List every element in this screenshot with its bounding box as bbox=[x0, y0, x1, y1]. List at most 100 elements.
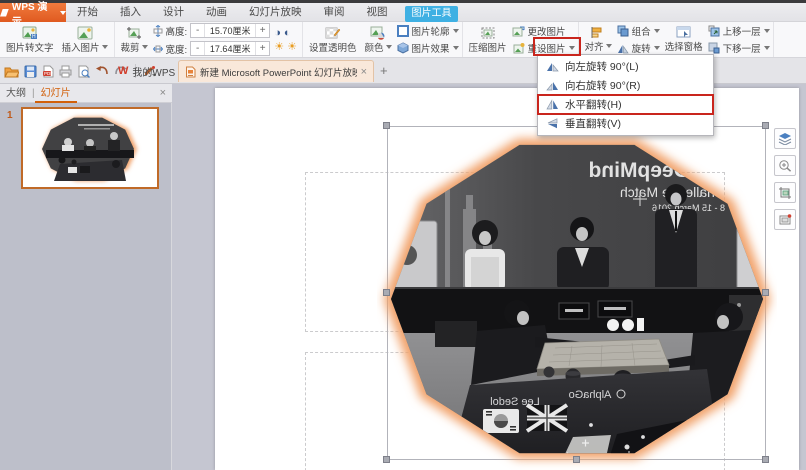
ribbon-group-size: 裁剪 高度: - 15.70厘米 + 宽度: - bbox=[115, 22, 303, 57]
pic-to-text-button[interactable]: H 图片转文字 bbox=[3, 23, 57, 57]
resize-handle-bottom-middle[interactable] bbox=[573, 456, 580, 463]
tab-outline[interactable]: 大纲 bbox=[0, 84, 32, 103]
open-folder-icon[interactable] bbox=[4, 65, 19, 78]
send-backward-button[interactable]: 下移一层 bbox=[708, 41, 770, 55]
svg-text:AlphaGo: AlphaGo bbox=[569, 389, 612, 401]
color-icon bbox=[370, 26, 386, 40]
presentation-file-icon bbox=[185, 66, 196, 78]
rotate-dropdown-menu: 向左旋转 90°(L) 向右旋转 90°(R) 水平翻转(H) 垂直翻转(V) bbox=[537, 54, 714, 136]
rotate-right-90-icon bbox=[546, 80, 559, 91]
rotate-button[interactable]: 旋转 bbox=[617, 41, 660, 55]
resize-handle-middle-left[interactable] bbox=[383, 289, 390, 296]
width-icon bbox=[153, 43, 163, 55]
selection-pane-button[interactable]: 选择窗格 bbox=[662, 23, 706, 57]
tab-animation[interactable]: 动画 bbox=[195, 3, 238, 22]
chevron-down-icon bbox=[453, 46, 459, 50]
chevron-down-icon bbox=[102, 45, 108, 49]
bring-forward-icon bbox=[708, 25, 720, 37]
picture-effects-button[interactable]: 图片效果 bbox=[397, 41, 459, 55]
group-rotate-stack: 组合 旋转 bbox=[617, 24, 660, 55]
align-icon bbox=[591, 26, 605, 39]
svg-text:gle DeepMind: gle DeepMind bbox=[588, 159, 725, 182]
width-increment-button[interactable]: + bbox=[256, 42, 269, 55]
tab-home[interactable]: 开始 bbox=[66, 3, 109, 22]
wps-presentation-window: WPS 演示 开始 插入 设计 动画 幻灯片放映 审阅 视图 特色功能 图片工具… bbox=[0, 0, 806, 470]
layer-stack: 上移一层 下移一层 bbox=[708, 24, 770, 55]
bring-forward-button[interactable]: 上移一层 bbox=[708, 24, 770, 38]
print-icon[interactable] bbox=[59, 65, 72, 78]
width-decrement-button[interactable]: - bbox=[191, 42, 204, 55]
brightness-icons[interactable]: ☀ ☀ bbox=[274, 41, 297, 53]
resize-handle-middle-right[interactable] bbox=[762, 289, 769, 296]
wps-logo-icon bbox=[0, 9, 9, 17]
document-tab[interactable]: 新建 Microsoft PowerPoint 幻灯片放映.pptx * × bbox=[178, 60, 374, 82]
menu-item-flip-horizontal[interactable]: 水平翻转(H) bbox=[538, 95, 713, 114]
reset-picture-button[interactable]: 重设图片 bbox=[512, 41, 575, 55]
zoom-button[interactable] bbox=[774, 155, 796, 176]
korea-flag bbox=[483, 409, 519, 433]
width-label: 宽度: bbox=[166, 42, 188, 56]
layers-button[interactable] bbox=[774, 128, 796, 149]
flip-horizontal-icon bbox=[546, 99, 559, 110]
insert-picture-button[interactable]: 插入图片 bbox=[59, 23, 111, 57]
contrast-icons[interactable]: ◑ ◐ bbox=[274, 27, 297, 39]
tab-review[interactable]: 审阅 bbox=[313, 3, 356, 22]
close-tab-icon[interactable]: × bbox=[361, 66, 367, 78]
save-icon[interactable] bbox=[24, 65, 37, 78]
align-button[interactable]: 对齐 bbox=[582, 23, 615, 57]
tab-picture-tools[interactable]: 图片工具 bbox=[405, 6, 458, 22]
align-label: 对齐 bbox=[585, 39, 604, 53]
canvas-size-button[interactable] bbox=[774, 209, 796, 230]
menu-item-label: 水平翻转(H) bbox=[565, 97, 622, 112]
insert-picture-label: 插入图片 bbox=[62, 40, 100, 54]
tab-view[interactable]: 视图 bbox=[356, 3, 399, 22]
resize-handle-top-right[interactable] bbox=[762, 122, 769, 129]
tab-insert[interactable]: 插入 bbox=[109, 3, 152, 22]
menu-item-rotate-right-90[interactable]: 向右旋转 90°(R) bbox=[538, 76, 713, 95]
selected-picture[interactable]: gle DeepMind Challenge Match 8 - 15 Marc… bbox=[377, 117, 777, 470]
menu-item-flip-vertical[interactable]: 垂直翻转(V) bbox=[538, 114, 713, 133]
document-title: 新建 Microsoft PowerPoint 幻灯片放映.pptx * bbox=[200, 65, 357, 79]
new-tab-button[interactable]: + bbox=[380, 63, 388, 78]
crop-tool-button[interactable] bbox=[774, 182, 796, 203]
flip-vertical-icon bbox=[546, 118, 559, 129]
close-panel-icon[interactable]: × bbox=[160, 87, 166, 99]
set-transparent-button[interactable]: 设置透明色 bbox=[306, 23, 360, 57]
tab-slideshow[interactable]: 幻灯片放映 bbox=[238, 3, 313, 22]
change-picture-label: 更改图片 bbox=[528, 24, 566, 38]
tab-slides[interactable]: 幻灯片 bbox=[35, 84, 77, 103]
resize-handle-top-left[interactable] bbox=[383, 122, 390, 129]
ribbon-group-convert: H 图片转文字 插入图片 bbox=[0, 22, 115, 57]
menu-item-rotate-left-90[interactable]: 向左旋转 90°(L) bbox=[538, 57, 713, 76]
my-wps-tab[interactable]: W 我的WPS bbox=[112, 61, 181, 81]
undo-icon[interactable] bbox=[95, 65, 109, 77]
width-value[interactable]: 17.64厘米 bbox=[204, 42, 256, 55]
height-decrement-button[interactable]: - bbox=[191, 24, 204, 37]
transparent-color-icon bbox=[325, 26, 341, 40]
export-pdf-icon[interactable]: PDF bbox=[42, 65, 54, 78]
reset-picture-label: 重设图片 bbox=[528, 41, 566, 55]
my-wps-label: 我的WPS bbox=[132, 64, 175, 79]
picture-outline-button[interactable]: 图片轮廓 bbox=[397, 24, 459, 38]
picture-outline-icon bbox=[397, 25, 409, 37]
color-button[interactable]: 颜色 bbox=[361, 23, 394, 57]
main-area: 大纲 | 幻灯片 × 1 bbox=[0, 84, 806, 470]
chevron-down-icon bbox=[386, 45, 392, 49]
print-preview-icon[interactable] bbox=[77, 65, 90, 78]
compress-picture-button[interactable]: 压缩图片 bbox=[466, 23, 510, 57]
group-objects-icon bbox=[617, 25, 629, 37]
resize-handle-bottom-right[interactable] bbox=[762, 456, 769, 463]
height-increment-button[interactable]: + bbox=[256, 24, 269, 37]
slide[interactable]: gle DeepMind Challenge Match 8 - 15 Marc… bbox=[215, 88, 799, 470]
slide-panel: 大纲 | 幻灯片 × 1 bbox=[0, 84, 172, 470]
wps-app-button[interactable]: WPS 演示 bbox=[0, 3, 66, 22]
slide-thumbnail[interactable] bbox=[21, 107, 159, 189]
picture-effects-label: 图片效果 bbox=[412, 41, 450, 55]
group-button[interactable]: 组合 bbox=[617, 24, 660, 38]
tab-design[interactable]: 设计 bbox=[152, 3, 195, 22]
resize-handle-bottom-left[interactable] bbox=[383, 456, 390, 463]
ribbon-group-modify: 压缩图片 更改图片 重设图片 bbox=[463, 22, 579, 57]
height-value[interactable]: 15.70厘米 bbox=[204, 24, 256, 37]
change-picture-button[interactable]: 更改图片 bbox=[512, 24, 575, 38]
crop-button[interactable]: 裁剪 bbox=[118, 23, 151, 57]
